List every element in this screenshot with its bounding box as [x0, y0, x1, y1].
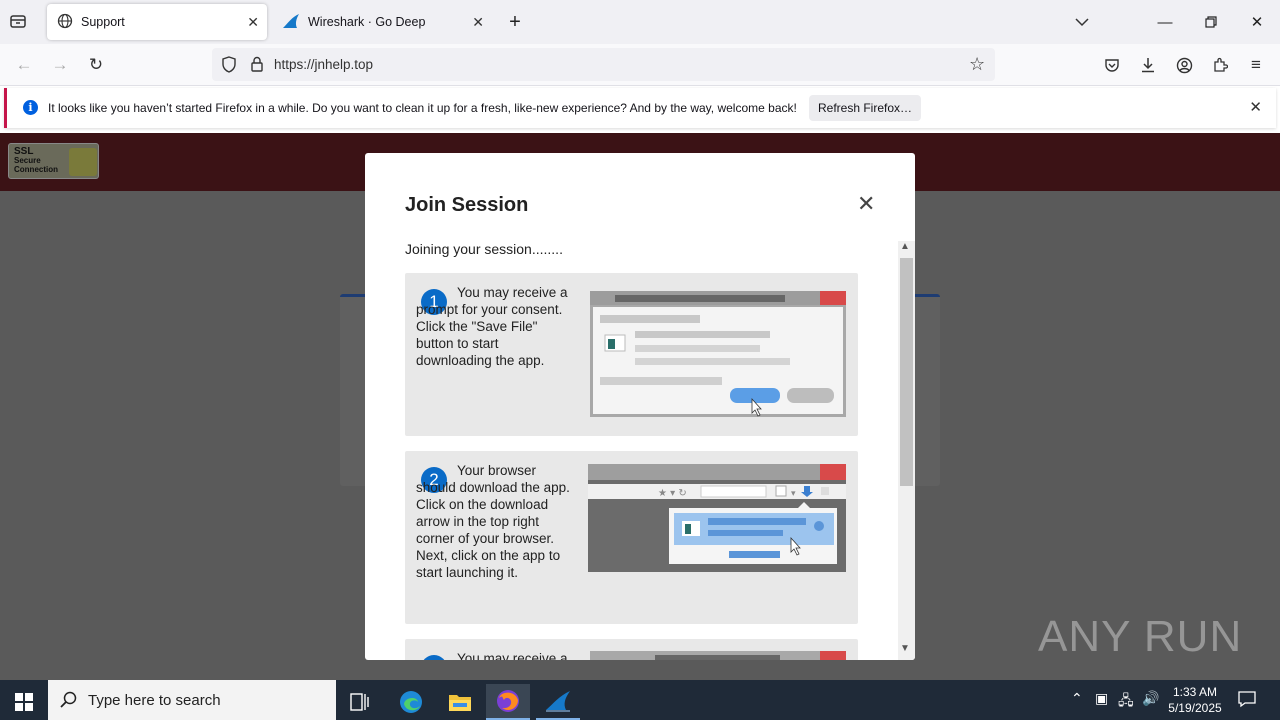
- ssl-badge-line2: Secure: [14, 156, 41, 165]
- edge-icon[interactable]: [389, 684, 433, 720]
- close-window-icon[interactable]: ✕: [1243, 8, 1271, 36]
- network-icon[interactable]: 🖧: [1118, 690, 1134, 714]
- search-icon: [60, 691, 78, 712]
- taskbar-clock[interactable]: 1:33 AM 5/19/2025: [1160, 684, 1230, 716]
- notifications-icon[interactable]: [1238, 690, 1256, 711]
- close-icon[interactable]: ✕: [857, 191, 875, 217]
- anyrun-watermark: ANY RUN: [1038, 612, 1243, 661]
- ssl-badge-line1: SSL: [14, 146, 34, 157]
- pocket-icon[interactable]: [1097, 50, 1127, 80]
- close-tab-icon[interactable]: ✕: [247, 14, 259, 31]
- padlock-icon: [69, 148, 97, 176]
- url-bar[interactable]: https://jnhelp.top ☆: [212, 48, 995, 81]
- close-notification-icon[interactable]: ✕: [1249, 98, 1262, 116]
- windows-start-icon[interactable]: [2, 684, 46, 720]
- taskbar: Type here to search ⌃ ▣ 🖧 🔊 1:33 AM 5/19…: [0, 680, 1280, 720]
- step-card: 3 You may receive a: [405, 639, 858, 660]
- svg-text:★ ▾ ↻: ★ ▾ ↻: [658, 488, 687, 499]
- step-text: You may receive a: [457, 651, 568, 660]
- volume-icon[interactable]: 🔊: [1142, 690, 1159, 707]
- tab-support[interactable]: Support ✕: [47, 4, 267, 40]
- ssl-badge: SSL Secure Connection: [8, 143, 99, 179]
- forward-icon[interactable]: →: [45, 50, 75, 80]
- modal-title: Join Session: [405, 194, 529, 216]
- task-view-icon[interactable]: [338, 684, 382, 720]
- minimize-icon[interactable]: —: [1151, 8, 1179, 36]
- join-session-modal: Join Session ✕ Joining your session.....…: [365, 153, 915, 660]
- clock-time: 1:33 AM: [1172, 685, 1218, 699]
- globe-icon: [57, 13, 73, 32]
- lock-icon[interactable]: [250, 56, 264, 75]
- refresh-firefox-button[interactable]: Refresh Firefox…: [809, 95, 921, 121]
- show-hidden-icons[interactable]: ⌃: [1071, 690, 1083, 707]
- restore-icon[interactable]: [1197, 8, 1225, 36]
- meet-now-icon[interactable]: ▣: [1095, 690, 1108, 707]
- shield-icon[interactable]: [221, 56, 237, 76]
- step-card: 2 Your browser should download the app. …: [405, 451, 858, 624]
- downloads-icon[interactable]: [1133, 50, 1163, 80]
- search-placeholder: Type here to search: [88, 692, 221, 709]
- url-text[interactable]: https://jnhelp.top: [274, 57, 373, 72]
- clock-date: 5/19/2025: [1168, 701, 1222, 715]
- back-icon[interactable]: ←: [9, 50, 39, 80]
- account-icon[interactable]: [1169, 50, 1199, 80]
- tab-bar: Support ✕ Wireshark · Go Deep ✕ + — ✕: [0, 0, 1280, 44]
- close-tab-icon[interactable]: ✕: [472, 14, 484, 31]
- firefox-icon[interactable]: [486, 684, 530, 720]
- modal-subtitle: Joining your session........: [405, 241, 563, 257]
- step-text: Your browser should download the app. Cl…: [416, 463, 570, 580]
- extensions-icon[interactable]: [1205, 50, 1235, 80]
- notification-message: It looks like you haven’t started Firefo…: [48, 101, 797, 115]
- download-arrow-illustration: ★ ▾ ↻ ▾: [588, 464, 846, 575]
- ssl-badge-line3: Connection: [14, 165, 58, 174]
- shark-fin-icon: [282, 13, 300, 32]
- tab-wireshark[interactable]: Wireshark · Go Deep ✕: [272, 4, 492, 40]
- menu-icon[interactable]: ≡: [1241, 50, 1271, 80]
- reload-icon[interactable]: ↻: [81, 50, 111, 80]
- tab-label: Support: [81, 15, 125, 29]
- scrollbar-thumb[interactable]: [900, 258, 913, 486]
- bookmark-star-icon[interactable]: ☆: [969, 54, 985, 75]
- list-tabs-icon[interactable]: [1068, 8, 1096, 36]
- svg-text:▾: ▾: [791, 489, 796, 499]
- scroll-up-icon[interactable]: ▲: [900, 241, 910, 252]
- step-card: 1 You may receive a prompt for your cons…: [405, 273, 858, 436]
- step-text: You may receive a prompt for your consen…: [416, 285, 568, 368]
- new-tab-icon[interactable]: +: [501, 8, 529, 36]
- nav-bar: ← → ↻ https://jnhelp.top ☆ ≡: [0, 44, 1280, 86]
- file-explorer-icon[interactable]: [438, 684, 482, 720]
- info-icon: i: [23, 100, 38, 115]
- tab-overview-icon[interactable]: [8, 12, 30, 32]
- scroll-down-icon[interactable]: ▼: [900, 643, 910, 654]
- refresh-notification-bar: i It looks like you haven’t started Fire…: [4, 88, 1276, 128]
- save-file-illustration: [590, 291, 846, 420]
- step-illustration: [590, 651, 846, 660]
- wireshark-taskbar-icon[interactable]: [536, 684, 580, 720]
- tab-label: Wireshark · Go Deep: [308, 15, 426, 29]
- taskbar-search[interactable]: Type here to search: [48, 680, 336, 720]
